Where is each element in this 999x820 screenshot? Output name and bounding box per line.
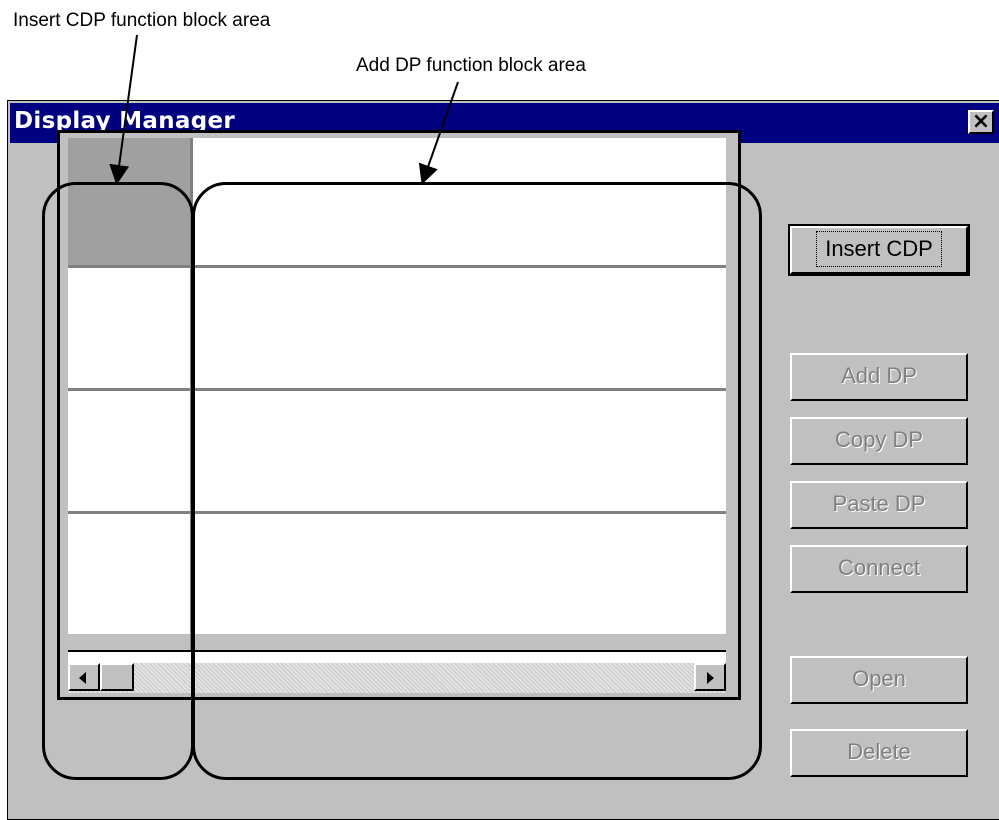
callout-arrows: [109, 34, 459, 185]
callout-arrow-dp: [418, 81, 459, 185]
callout-arrow-cdp: [109, 34, 138, 185]
